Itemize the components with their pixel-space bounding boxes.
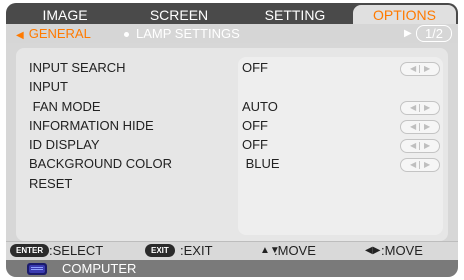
current-source-label: COMPUTER [62, 261, 137, 276]
row-fan-mode[interactable]: FAN MODE AUTO ◀ ▶ [6, 98, 458, 116]
left-right-selector-icon[interactable]: ◀ ▶ [400, 120, 440, 134]
row-value: OFF [242, 137, 268, 152]
exit-hint: :EXIT [180, 243, 213, 258]
left-right-arrow-icon: ◀▶ [365, 245, 381, 256]
subnav-lamp-label: LAMP SETTINGS [136, 26, 240, 41]
row-label: INPUT [29, 79, 68, 94]
tab-options-label: OPTIONS [372, 7, 436, 23]
tab-image[interactable]: IMAGE [22, 5, 108, 25]
subnav-general[interactable]: ◀ GENERAL [16, 24, 91, 43]
subnav-general-label: GENERAL [28, 26, 91, 41]
row-label: FAN MODE [29, 99, 101, 114]
select-hint: :SELECT [49, 243, 104, 258]
row-input-search[interactable]: INPUT SEARCH OFF ◀ ▶ [6, 59, 458, 77]
exit-key-badge: EXIT [145, 244, 175, 257]
row-information-hide[interactable]: INFORMATION HIDE OFF ◀ ▶ [6, 117, 458, 135]
computer-input-icon [27, 263, 47, 275]
row-value: AUTO [242, 99, 278, 114]
row-label: ID DISPLAY [29, 137, 100, 152]
row-value: OFF [242, 118, 268, 133]
projector-osd-menu: IMAGE SCREEN SETTING OPTIONS ◀ GENERAL LA… [0, 0, 464, 280]
row-label: RESET [29, 176, 73, 191]
page-indicator: 1/2 [416, 25, 452, 42]
row-background-color[interactable]: BACKGROUND COLOR BLUE ◀ ▶ [6, 155, 458, 173]
move-horizontal-hint: :MOVE [381, 243, 423, 258]
row-label: INFORMATION HIDE [29, 118, 154, 133]
move-vertical-hint: :MOVE [274, 243, 316, 258]
tab-setting[interactable]: SETTING [250, 5, 340, 25]
left-right-selector-icon[interactable]: ◀ ▶ [400, 139, 440, 153]
row-label: BACKGROUND COLOR [29, 156, 173, 171]
source-bar: COMPUTER [6, 260, 458, 277]
left-arrow-icon: ◀ [16, 30, 24, 41]
subnav-lamp-settings[interactable]: LAMP SETTINGS [124, 24, 240, 43]
row-label: INPUT SEARCH [29, 60, 126, 75]
row-value: OFF [242, 60, 268, 75]
left-right-selector-icon[interactable]: ◀ ▶ [400, 62, 440, 76]
row-input[interactable]: INPUT [6, 78, 458, 96]
enter-key-badge: ENTER [10, 244, 50, 257]
tab-screen[interactable]: SCREEN [134, 5, 224, 25]
left-right-selector-icon[interactable]: ◀ ▶ [400, 158, 440, 172]
key-help-bar: ENTER :SELECT EXIT :EXIT ▲▼ :MOVE ◀▶ :MO… [6, 241, 458, 260]
left-right-selector-icon[interactable]: ◀ ▶ [400, 101, 440, 115]
row-value: BLUE [242, 156, 280, 171]
right-arrow-icon[interactable]: ▶ [404, 25, 412, 42]
bullet-icon [124, 32, 129, 38]
tab-bar: IMAGE SCREEN SETTING OPTIONS ◀ GENERAL LA… [6, 3, 458, 43]
sub-navigation: ◀ GENERAL LAMP SETTINGS ▶ 1/2 [6, 24, 458, 43]
osd-frame: IMAGE SCREEN SETTING OPTIONS ◀ GENERAL LA… [6, 3, 458, 277]
row-reset[interactable]: RESET [6, 175, 458, 193]
row-id-display[interactable]: ID DISPLAY OFF ◀ ▶ [6, 136, 458, 154]
